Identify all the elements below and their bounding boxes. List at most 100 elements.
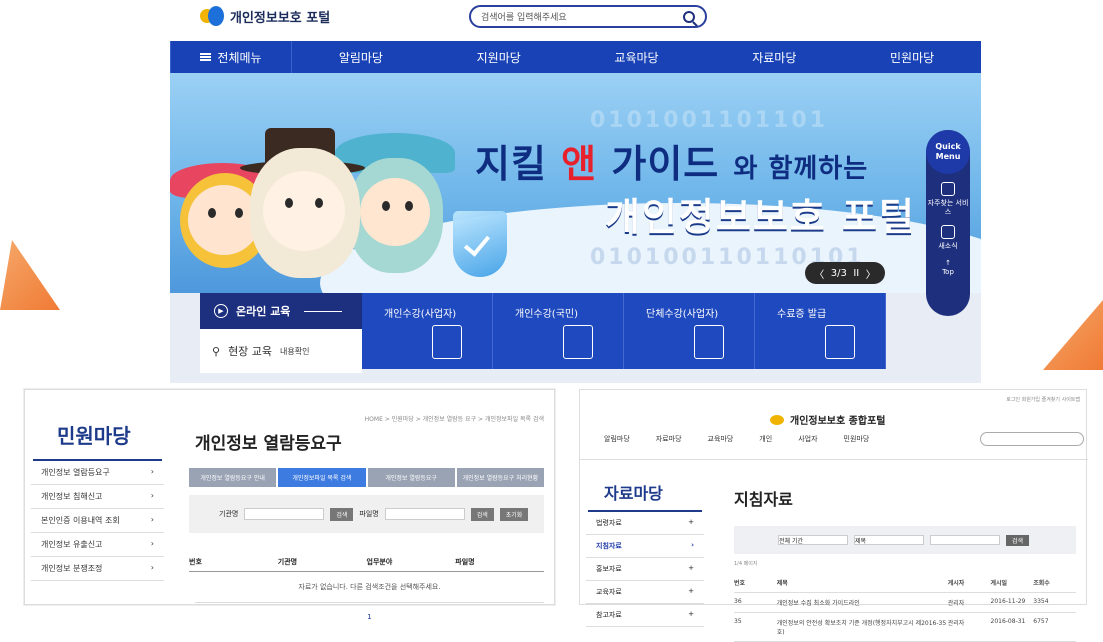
education-bar: ▶ 온라인 교육 ⚲ 현장 교육 내용확인 개인수강(사업자) 개인수강(국민)… (170, 293, 981, 383)
col-header: 업무분야 (366, 558, 393, 566)
slide-controls: 〈 3/3 II 〉 (805, 262, 885, 284)
tab[interactable]: 개인정보 열람등요구 (367, 468, 455, 487)
sidebar-item[interactable]: 교육자료 + (586, 581, 704, 604)
eye (405, 201, 413, 211)
search-button[interactable]: 검색 (1006, 534, 1030, 546)
lock-hands-icon (563, 325, 593, 359)
page-title: 지침자료 (734, 490, 793, 509)
next-slide-button[interactable]: 〉 (866, 266, 876, 281)
logo-icon (200, 6, 224, 26)
page-number[interactable]: 1 (185, 603, 554, 621)
right-header: 로그인 회원가입 즐겨찾기 사이트맵 개인정보보호 종합포털 알림마당 자료마당… (580, 390, 1088, 460)
banner-headline-1: 지킬 앤 가이드 와 함께하는 (475, 133, 868, 188)
tab[interactable]: 개인정보 열람등요구 안내 (189, 468, 277, 487)
quick-menu-title[interactable]: Quick Menu (926, 130, 970, 174)
search-placeholder: 검색어를 입력해주세요 (481, 13, 567, 23)
nav-item-support[interactable]: 지원마당 (430, 49, 568, 66)
quick-title-1: Quick (935, 142, 961, 151)
table-header: 번호 제목 게시자 게시일 조회수 (734, 573, 1076, 593)
nav-item-notice[interactable]: 알림마당 (292, 49, 430, 66)
sidebar-item[interactable]: 개인정보 침해신고 › (31, 485, 164, 509)
keyword-input[interactable] (930, 535, 1000, 545)
card-individual-business[interactable]: 개인수강(사업자) (362, 293, 493, 369)
right-content: 지침자료 전체 기간 제목 검색 1/4 페이지 번호 제목 게시자 게시일 조회수 3… (730, 470, 1086, 642)
online-education-tab[interactable]: ▶ 온라인 교육 (200, 293, 362, 329)
sidebar-item[interactable]: 개인정보 열람등요구 › (31, 461, 164, 485)
right-search-input[interactable] (980, 432, 1084, 446)
tab-active[interactable]: 개인정보파일 목록 검색 (278, 468, 366, 487)
pause-button[interactable]: II (853, 268, 859, 279)
card-label: 개인수강(사업자) (384, 309, 457, 320)
quick-item-news[interactable]: 새소식 (938, 225, 958, 251)
sidebar-item[interactable]: 법령자료 + (586, 512, 704, 535)
card-individual-citizen[interactable]: 개인수강(국민) (493, 293, 624, 369)
site-logo[interactable]: 개인정보보호 포털 (200, 6, 330, 26)
card-label: 개인수강(국민) (515, 309, 579, 320)
character-center-face (263, 171, 345, 251)
quick-item-services[interactable]: 자주찾는 서비스 (926, 182, 970, 217)
page-count: 1/4 페이지 (734, 561, 758, 567)
sidebar-item[interactable]: 본인인증 이용내역 조회 › (31, 509, 164, 533)
org-label: 기관명 (219, 510, 239, 518)
file-input[interactable] (384, 508, 465, 520)
sidebar-item-active[interactable]: 지침자료 › (586, 535, 704, 558)
sidebar-item[interactable]: 개인정보 분쟁조정 › (31, 557, 164, 581)
tab[interactable]: 개인정보 열람등요구 처리현황 (456, 468, 544, 487)
nav-item[interactable]: 민원마당 (844, 434, 870, 444)
card-group-business[interactable]: 단체수강(사업자) (624, 293, 755, 369)
top-links[interactable]: 로그인 회원가입 즐겨찾기 사이트맵 (1006, 396, 1080, 403)
table-row[interactable]: 36 개인정보 수집 최소화 가이드라인 관리자 2016-11-29 3354 (734, 593, 1076, 613)
nav-item[interactable]: 알림마당 (604, 434, 630, 444)
field-select[interactable]: 제목 (854, 535, 924, 545)
check-link[interactable]: 내용확인 (280, 346, 309, 357)
hero-banner[interactable]: 0101001101101 010100110110101 지킬 앤 가이드 와… (170, 73, 981, 293)
quick-item-top[interactable]: ↑ Top (942, 259, 954, 277)
education-cards: 개인수강(사업자) 개인수강(국민) 단체수강(사업자) 수료증 발급 (362, 293, 886, 369)
online-education-label: 온라인 교육 (236, 305, 291, 318)
prev-slide-button[interactable]: 〈 (814, 266, 824, 281)
slide-indicator: 3/3 (830, 267, 847, 279)
sidebar-item[interactable]: 홍보자료 + (586, 558, 704, 581)
right-logo[interactable]: 개인정보보호 종합포털 (770, 412, 885, 427)
nav-item-resources[interactable]: 자료마당 (705, 49, 843, 66)
search-icon[interactable] (683, 10, 695, 23)
search-input[interactable]: 검색어를 입력해주세요 (469, 5, 707, 28)
breadcrumb: HOME > 민원마당 > 개인정보 열람등 요구 > 개인정보파일 목록 검색 (364, 416, 544, 423)
sidebar-item[interactable]: 개인정보 유출신고 › (31, 533, 164, 557)
resources-page: 로그인 회원가입 즐겨찾기 사이트맵 개인정보보호 종합포털 알림마당 자료마당… (579, 389, 1088, 642)
quick-item-label: Top (942, 268, 954, 276)
col-header: 기관명 (277, 558, 298, 566)
nav-item[interactable]: 개인 (759, 434, 772, 444)
all-menu-label: 전체메뉴 (217, 50, 262, 65)
sidebar-item[interactable]: 참고자료 + (586, 604, 704, 627)
period-select[interactable]: 전체 기간 (778, 535, 848, 545)
table-row[interactable]: 35 개인정보의 안전성 확보조치 기준 개정(행정자치부고시 제2016-35호… (734, 613, 1076, 642)
eye (208, 208, 216, 218)
search-button[interactable]: 검색 (330, 507, 354, 521)
banner-headline-2: 개인정보보호 포털 (605, 195, 916, 239)
card-certificate[interactable]: 수료증 발급 (755, 293, 886, 369)
search-button-2[interactable]: 검색 (470, 507, 494, 521)
nav-item[interactable]: 사업자 (798, 434, 817, 444)
site-header: 개인정보보호 포털 검색어를 입력해주세요 (0, 0, 1103, 40)
character-right-face (360, 178, 430, 246)
nav-item-civil[interactable]: 민원마당 (843, 49, 981, 66)
card-label: 단체수강(사업자) (646, 309, 719, 320)
reset-button[interactable]: 초기화 (499, 507, 529, 521)
quick-title-2: Menu (935, 152, 961, 161)
page-title: 개인정보 열람등요구 (195, 434, 342, 454)
left-light-beam (0, 240, 60, 310)
left-content: HOME > 민원마당 > 개인정보 열람등 요구 > 개인정보파일 목록 검색… (185, 390, 554, 621)
filter-box: 전체 기간 제목 검색 (734, 526, 1076, 554)
nav-item[interactable]: 자료마당 (656, 434, 682, 444)
onsite-education-label: 현장 교육 (228, 345, 273, 358)
onsite-education-tab[interactable]: ⚲ 현장 교육 내용확인 (200, 329, 362, 373)
all-menu-button[interactable]: 전체메뉴 (170, 41, 292, 73)
eye (315, 198, 323, 208)
megaphone-icon (940, 225, 955, 239)
headline-word-small: 와 함께하는 (733, 154, 869, 184)
nav-item[interactable]: 교육마당 (708, 434, 734, 444)
org-input[interactable] (244, 508, 325, 520)
nav-item-education[interactable]: 교육마당 (568, 49, 706, 66)
sidebar-title: 자료마당 (588, 470, 702, 512)
